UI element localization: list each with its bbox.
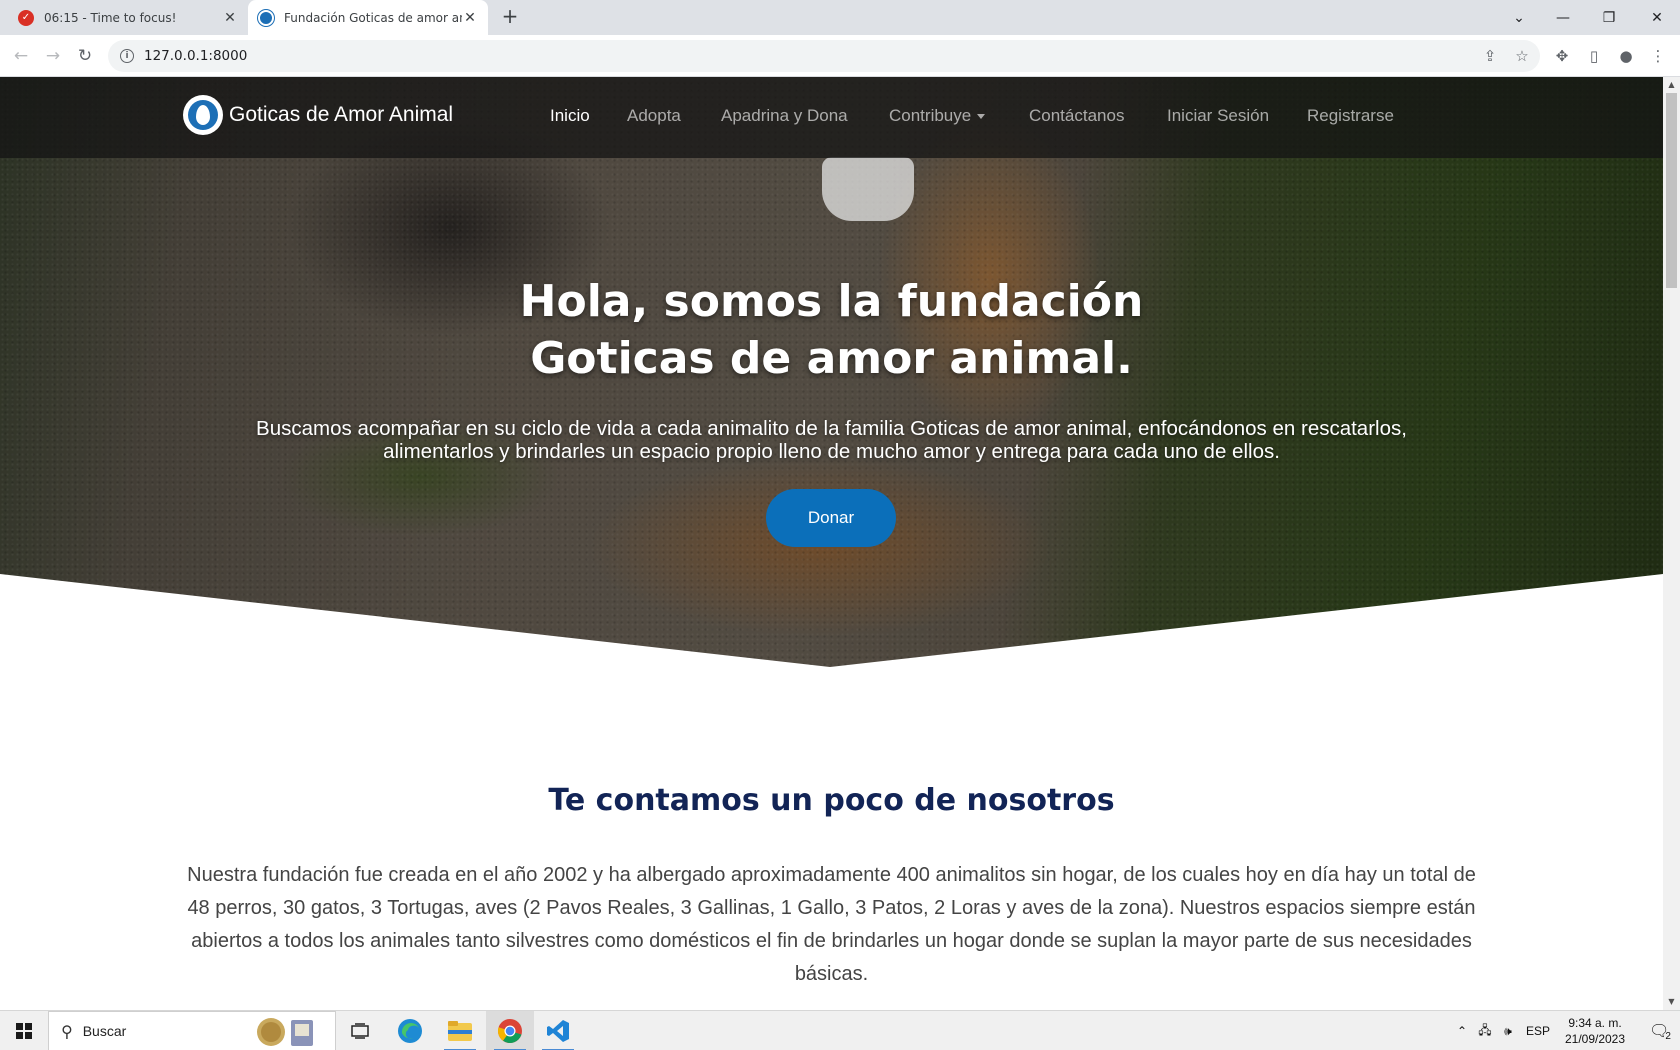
notifications-button[interactable]: 🗨 2 (1640, 1011, 1680, 1050)
task-view-icon[interactable] (336, 1011, 384, 1050)
brand-name: Goticas de Amor Animal (229, 103, 454, 126)
hero-subtitle: Buscamos acompañar en su ciclo de vida a… (256, 417, 1407, 463)
side-panel-icon[interactable]: ▯ (1582, 44, 1606, 68)
search-icon: ⚲ (61, 1021, 73, 1041)
windows-logo-icon (16, 1023, 32, 1039)
page-viewport: Goticas de Amor Animal Inicio Adopta Apa… (0, 77, 1663, 1010)
chrome-icon[interactable] (486, 1011, 534, 1050)
about-text: Nuestra fundación fue creada en el año 2… (187, 864, 1476, 985)
taskbar-search[interactable]: ⚲ Buscar (48, 1011, 336, 1050)
show-hidden-icons[interactable]: ⌃ (1452, 1011, 1472, 1050)
menu-icon[interactable]: ⋮ (1646, 44, 1670, 68)
check-circle-icon: ✓ (18, 9, 34, 26)
donate-button[interactable]: Donar (766, 489, 896, 547)
file-explorer-icon[interactable] (436, 1011, 484, 1050)
info-icon[interactable]: i (120, 49, 134, 63)
edge-icon[interactable] (386, 1011, 434, 1050)
scroll-up-icon[interactable]: ▲ (1663, 77, 1680, 93)
nav-contactanos[interactable]: Contáctanos (1029, 106, 1124, 126)
reload-icon[interactable]: ↻ (73, 44, 97, 68)
tab-focus-timer[interactable]: ✓ 06:15 - Time to focus! ✕ (8, 0, 248, 35)
profile-icon[interactable]: ● (1614, 44, 1638, 68)
caret-down-icon (977, 114, 986, 120)
hero-title-line2: Goticas de amor animal. (530, 333, 1133, 384)
notification-count: 2 (1665, 1030, 1671, 1042)
clock-date: 21/09/2023 (1564, 1032, 1626, 1046)
tab-fundacion[interactable]: Fundación Goticas de amor anim ✕ (248, 0, 488, 35)
close-window-button[interactable]: ✕ (1634, 0, 1680, 35)
nav-contribuye-dropdown[interactable]: Contribuye (889, 106, 986, 126)
forward-icon[interactable]: → (41, 44, 65, 68)
browser-tab-strip: ✓ 06:15 - Time to focus! ✕ Fundación Got… (0, 0, 1680, 35)
close-icon[interactable]: ✕ (222, 10, 238, 26)
share-icon[interactable]: ⇪ (1478, 44, 1502, 68)
nav-apadrina-y-dona[interactable]: Apadrina y Dona (721, 106, 848, 126)
hero-title-line1: Hola, somos la fundación (519, 276, 1144, 327)
brand[interactable]: Goticas de Amor Animal (183, 95, 453, 135)
extensions-icon[interactable]: ✥ (1550, 44, 1574, 68)
new-tab-button[interactable]: + (498, 5, 522, 29)
restore-button[interactable]: ❐ (1586, 0, 1632, 35)
minimize-button[interactable]: — (1540, 0, 1586, 35)
windows-taskbar: ⚲ Buscar ⌃ 🖧 🕪 ESP 9:34 a. m. 21/09/2023… (0, 1010, 1680, 1050)
nav-registrarse[interactable]: Registrarse (1307, 106, 1394, 126)
nav-iniciar-sesion[interactable]: Iniciar Sesión (1167, 106, 1269, 126)
tab-title: Fundación Goticas de amor anim (284, 10, 462, 25)
search-placeholder: Buscar (82, 1023, 127, 1039)
nav-inicio[interactable]: Inicio (550, 106, 590, 126)
about-title: Te contamos un poco de nosotros (548, 783, 1115, 818)
hero-title: Hola, somos la fundación Goticas de amor… (0, 273, 1663, 387)
tab-title: 06:15 - Time to focus! (44, 10, 177, 25)
address-bar[interactable]: i 127.0.0.1:8000 (108, 40, 1540, 72)
nav-contribuye-label: Contribuye (889, 106, 972, 125)
site-navbar: Goticas de Amor Animal Inicio Adopta Apa… (0, 77, 1663, 158)
browser-toolbar: ← → ↻ i 127.0.0.1:8000 ⇪ ☆ ✥ ▯ ● ⋮ (0, 35, 1680, 77)
page-scrollbar[interactable]: ▲ ▼ (1663, 77, 1680, 1010)
close-icon[interactable]: ✕ (462, 10, 478, 26)
start-button[interactable] (0, 1011, 48, 1050)
vscode-icon[interactable] (534, 1011, 582, 1050)
search-highlight-icon (257, 1018, 313, 1046)
tab-search-icon[interactable]: ⌄ (1496, 0, 1542, 35)
scroll-down-icon[interactable]: ▼ (1663, 994, 1680, 1010)
goticas-logo-icon (258, 9, 274, 26)
url-text: 127.0.0.1:8000 (144, 48, 248, 64)
nav-adopta[interactable]: Adopta (627, 106, 681, 126)
bookmark-star-icon[interactable]: ☆ (1510, 44, 1534, 68)
volume-icon[interactable]: 🕪 (1497, 1011, 1519, 1050)
clock-time: 9:34 a. m. (1568, 1016, 1622, 1030)
back-icon[interactable]: ← (9, 44, 33, 68)
network-icon[interactable]: 🖧 (1474, 1011, 1496, 1050)
clock[interactable]: 9:34 a. m. 21/09/2023 (1550, 1015, 1640, 1047)
goticas-logo-icon (183, 95, 223, 135)
scrollbar-thumb[interactable] (1666, 93, 1677, 288)
